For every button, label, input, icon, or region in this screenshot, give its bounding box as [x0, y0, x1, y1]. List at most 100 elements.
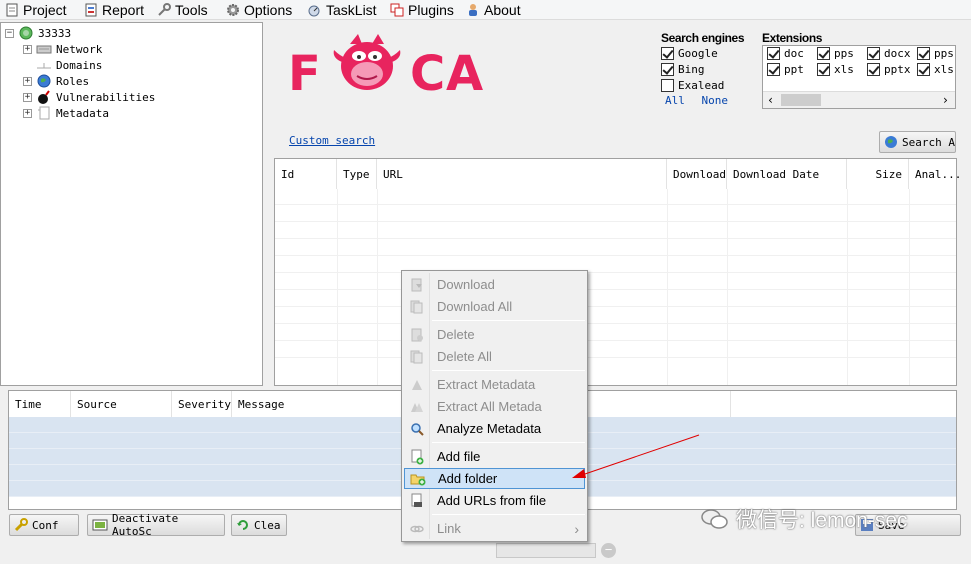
menu-bar: Project Report Tools Options TaskList Pl…	[0, 0, 971, 20]
menu-item-label: Add file	[437, 449, 481, 464]
checkbox[interactable]	[867, 63, 880, 76]
checkbox[interactable]	[767, 47, 780, 60]
checkbox[interactable]	[917, 47, 930, 60]
search-engines-title: Search engines	[661, 31, 745, 45]
ext-docx[interactable]: docx	[867, 46, 911, 61]
select-none-engines-link[interactable]: None	[702, 94, 729, 107]
col-url[interactable]: URL	[377, 159, 667, 189]
engine-label: Exalead	[678, 78, 725, 92]
ext-pps[interactable]: pps	[817, 46, 854, 61]
ext-xls[interactable]: xls	[817, 62, 854, 77]
tree-item-roles[interactable]: + Roles	[23, 73, 89, 89]
col-analyzed[interactable]: Anal...	[909, 159, 961, 189]
menu-item-download[interactable]: Download	[404, 274, 585, 295]
globe-icon	[18, 26, 34, 40]
menu-item-label: Add folder	[438, 471, 498, 486]
ext-ppt[interactable]: ppt	[767, 62, 804, 77]
menu-item-delete[interactable]: Delete	[404, 324, 585, 345]
menu-item-link[interactable]: Link ›	[404, 518, 585, 539]
col-download[interactable]: Download	[667, 159, 727, 189]
add-urls-icon	[409, 493, 425, 509]
scroll-thumb[interactable]	[781, 94, 821, 106]
menu-about[interactable]: About	[465, 1, 521, 19]
scroll-right-icon[interactable]: ›	[942, 93, 949, 107]
ext-pptx[interactable]: pptx	[867, 62, 911, 77]
custom-search-link[interactable]: Custom search	[289, 134, 375, 147]
conf-button[interactable]: Conf	[9, 514, 79, 536]
col-size[interactable]: Size	[847, 159, 909, 189]
menu-item-label: Extract All Metada	[437, 399, 542, 414]
clear-button[interactable]: Clea	[231, 514, 287, 536]
search-all-button[interactable]: Search A	[879, 131, 956, 153]
menu-item-add-folder[interactable]: Add folder	[404, 468, 585, 489]
select-all-engines-link[interactable]: All	[665, 94, 685, 107]
log-col-source[interactable]: Source	[71, 391, 172, 417]
checkbox[interactable]	[917, 63, 930, 76]
engine-bing[interactable]: Bing	[661, 61, 761, 77]
menu-item-add-urls-from-file[interactable]: Add URLs from file	[404, 490, 585, 511]
earth-icon	[36, 74, 52, 88]
expand-icon[interactable]: +	[23, 44, 32, 54]
cancel-icon[interactable]: −	[601, 543, 616, 558]
ext-pps-2[interactable]: pps	[917, 46, 954, 61]
checkbox[interactable]	[661, 62, 674, 76]
expand-icon[interactable]: +	[23, 108, 32, 118]
ext-xls-2[interactable]: xls	[917, 62, 954, 77]
collapse-icon[interactable]: −	[5, 28, 14, 38]
menu-item-extract-metadata[interactable]: Extract Metadata	[404, 374, 585, 395]
document-icon	[4, 2, 20, 18]
wrench-icon	[14, 518, 28, 532]
menu-item-download-all[interactable]: Download All	[404, 296, 585, 317]
expand-icon[interactable]: +	[23, 76, 32, 86]
menu-options[interactable]: Options	[225, 1, 292, 19]
expand-icon[interactable]: +	[23, 92, 32, 102]
menu-project[interactable]: Project	[4, 1, 67, 19]
tree-root[interactable]: − 33333	[5, 25, 71, 41]
menu-tools[interactable]: Tools	[156, 1, 208, 19]
about-icon	[465, 2, 481, 18]
engine-google[interactable]: Google	[661, 45, 761, 61]
delete-all-icon	[409, 349, 425, 365]
tree-item-vulnerabilities[interactable]: + Vulnerabilities	[23, 89, 155, 105]
menu-tasklist[interactable]: TaskList	[307, 1, 377, 19]
menu-item-label: Download All	[437, 299, 513, 314]
screen-icon	[92, 518, 108, 532]
log-col-severity[interactable]: Severity	[172, 391, 232, 417]
checkbox[interactable]	[661, 78, 674, 92]
extensions-scrollbar[interactable]: ‹ ›	[763, 91, 955, 108]
menu-item-label: Delete All	[437, 349, 492, 364]
menu-item-label: Delete	[437, 327, 475, 342]
col-id[interactable]: Id	[275, 159, 337, 189]
menu-item-delete-all[interactable]: Delete All	[404, 346, 585, 367]
tree-item-network[interactable]: + Network	[23, 41, 102, 57]
log-col-time[interactable]: Time	[9, 391, 71, 417]
menu-item-analyze-metadata[interactable]: Analyze Metadata	[404, 418, 585, 439]
engine-exalead[interactable]: Exalead	[661, 77, 761, 93]
checkbox[interactable]	[661, 46, 674, 60]
checkbox[interactable]	[867, 47, 880, 60]
col-download-date[interactable]: Download Date	[727, 159, 847, 189]
tree-item-domains[interactable]: Domains	[23, 57, 102, 73]
ext-doc[interactable]: doc	[767, 46, 804, 61]
menu-item-extract-all-metadata[interactable]: Extract All Metada	[404, 396, 585, 417]
extensions-list[interactable]: doc pps docx pps ppt xls pptx xls ‹ ›	[762, 45, 956, 109]
col-type[interactable]: Type	[337, 159, 377, 189]
engine-label: Bing	[678, 62, 705, 76]
scroll-left-icon[interactable]: ‹	[767, 93, 774, 107]
menu-report[interactable]: Report	[83, 1, 144, 19]
menu-plugins[interactable]: Plugins	[389, 1, 454, 19]
context-menu[interactable]: Download Download All Delete Delete All …	[401, 270, 588, 542]
download-all-icon	[409, 299, 425, 315]
results-grid[interactable]: Id Type URL Download Download Date Size …	[274, 158, 961, 386]
ext-label: doc	[784, 47, 804, 60]
menu-label: Report	[102, 2, 145, 18]
checkbox[interactable]	[817, 63, 830, 76]
deactivate-autoscroll-button[interactable]: Deactivate AutoSc	[87, 512, 225, 538]
tree-item-metadata[interactable]: + Metadata	[23, 105, 109, 121]
checkbox[interactable]	[767, 63, 780, 76]
checkbox[interactable]	[817, 47, 830, 60]
menu-item-add-file[interactable]: Add file	[404, 446, 585, 467]
project-tree[interactable]: − 33333 + Network Domains + Roles + Vuln…	[0, 22, 263, 386]
add-file-icon	[409, 449, 425, 465]
grid-vline	[377, 189, 378, 385]
